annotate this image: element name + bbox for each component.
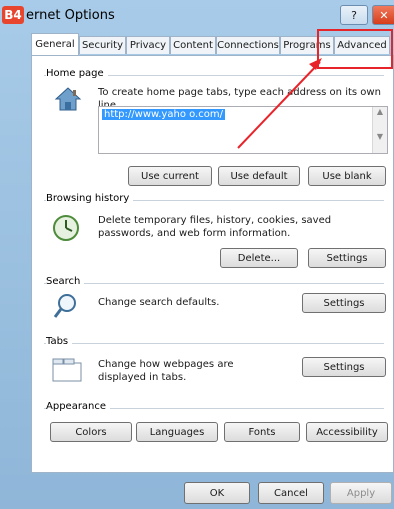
annotation-box xyxy=(317,29,393,69)
annotation-overlay xyxy=(237,29,393,149)
internet-options-window: B4 ernet Options ? ✕ General Security Pr… xyxy=(0,0,394,509)
tab-general[interactable]: General xyxy=(31,33,79,55)
annotation-arrow xyxy=(237,61,321,149)
